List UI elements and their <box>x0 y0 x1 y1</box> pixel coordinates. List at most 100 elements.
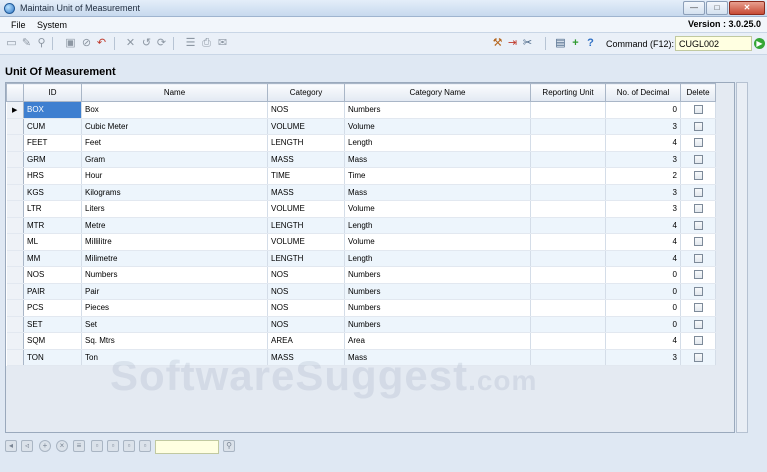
save-icon[interactable]: ▣ <box>64 37 77 50</box>
cell-category[interactable]: NOS <box>267 266 345 284</box>
cell-category-name[interactable]: Length <box>344 217 531 234</box>
cell-id[interactable]: FEET <box>23 134 82 152</box>
cell-category[interactable]: LENGTH <box>267 134 345 152</box>
maximize-button[interactable]: □ <box>706 1 728 15</box>
cell-decimals[interactable]: 3 <box>605 349 681 366</box>
table-row[interactable]: ML Millilitre VOLUME Volume 4 <box>6 233 716 251</box>
cell-reporting-unit[interactable] <box>530 118 606 135</box>
cell-id[interactable]: SQM <box>23 332 82 350</box>
cell-decimals[interactable]: 4 <box>605 134 681 152</box>
cell-reporting-unit[interactable] <box>530 349 606 366</box>
cell-decimals[interactable]: 0 <box>605 316 681 333</box>
table-row[interactable]: LTR Liters VOLUME Volume 3 <box>6 200 716 218</box>
cell-category-name[interactable]: Area <box>344 332 531 350</box>
cell-decimals[interactable]: 4 <box>605 250 681 267</box>
cell-name[interactable]: Milimetre <box>81 250 268 267</box>
cell-category[interactable]: NOS <box>267 101 345 119</box>
table-row[interactable]: MTR Metre LENGTH Length 4 <box>6 217 716 234</box>
delete-checkbox[interactable] <box>693 138 703 148</box>
cell-name[interactable]: Box <box>81 101 268 119</box>
cell-category-name[interactable]: Length <box>344 134 531 152</box>
print-icon[interactable]: ⎙ <box>200 37 213 50</box>
close-button[interactable]: ✕ <box>729 1 765 15</box>
cell-reporting-unit[interactable] <box>530 151 606 168</box>
cell-category[interactable]: VOLUME <box>267 200 345 218</box>
undo-icon[interactable]: ↶ <box>95 37 108 50</box>
prev-record-icon[interactable]: ◃ <box>21 440 33 452</box>
paste-icon[interactable]: ▫ <box>107 440 119 452</box>
search-icon[interactable]: ⚲ <box>223 440 235 452</box>
delete-checkbox[interactable] <box>693 253 703 263</box>
cell-reporting-unit[interactable] <box>530 332 606 350</box>
cell-category[interactable]: MASS <box>267 151 345 168</box>
tools-icon[interactable]: ⚒ <box>491 37 504 50</box>
find-icon[interactable]: ⚲ <box>35 37 48 50</box>
cell-name[interactable]: Liters <box>81 200 268 218</box>
cell-name[interactable]: Cubic Meter <box>81 118 268 135</box>
cell-reporting-unit[interactable] <box>530 233 606 251</box>
menu-file[interactable]: File <box>11 20 26 30</box>
cell-category[interactable]: VOLUME <box>267 118 345 135</box>
delete-icon[interactable]: ✕ <box>124 37 137 50</box>
cell-id[interactable]: KGS <box>23 184 82 201</box>
row-selector[interactable] <box>6 266 24 284</box>
cell-category[interactable]: NOS <box>267 316 345 333</box>
cancel-icon[interactable]: ⊘ <box>80 37 93 50</box>
delete-checkbox[interactable] <box>693 286 703 296</box>
table-row[interactable]: PCS Pieces NOS Numbers 0 <box>6 299 716 317</box>
delete-checkbox[interactable] <box>693 303 703 313</box>
column-header-decimals[interactable]: No. of Decimal <box>605 83 681 102</box>
cell-category-name[interactable]: Mass <box>344 151 531 168</box>
cell-name[interactable]: Feet <box>81 134 268 152</box>
cell-id[interactable]: GRM <box>23 151 82 168</box>
column-header-name[interactable]: Name <box>81 83 268 102</box>
settings-icon[interactable]: ✂ <box>521 37 534 50</box>
cell-decimals[interactable]: 0 <box>605 266 681 284</box>
copy-icon[interactable]: ▫ <box>91 440 103 452</box>
delete-checkbox[interactable] <box>693 121 703 131</box>
row-selector[interactable] <box>6 250 24 267</box>
cell-name[interactable]: Pair <box>81 283 268 300</box>
delete-checkbox[interactable] <box>693 270 703 280</box>
row-selector[interactable] <box>6 349 24 366</box>
cell-category-name[interactable]: Mass <box>344 184 531 201</box>
cell-reporting-unit[interactable] <box>530 250 606 267</box>
cell-id[interactable]: TON <box>23 349 82 366</box>
email-icon[interactable]: ✉ <box>216 37 229 50</box>
export-icon[interactable]: ▫ <box>123 440 135 452</box>
cell-decimals[interactable]: 4 <box>605 233 681 251</box>
column-header-category-name[interactable]: Category Name <box>344 83 531 102</box>
cell-decimals[interactable]: 3 <box>605 118 681 135</box>
table-row[interactable]: SQM Sq. Mtrs AREA Area 4 <box>6 332 716 350</box>
cell-id[interactable]: CUM <box>23 118 82 135</box>
delete-checkbox[interactable] <box>693 237 703 247</box>
filter-icon[interactable]: ≡ <box>73 440 85 452</box>
cell-category-name[interactable]: Numbers <box>344 101 531 119</box>
cell-decimals[interactable]: 3 <box>605 184 681 201</box>
row-selector[interactable] <box>6 316 24 333</box>
row-selector[interactable] <box>6 332 24 350</box>
cell-decimals[interactable]: 4 <box>605 332 681 350</box>
delete-checkbox[interactable] <box>693 204 703 214</box>
delete-checkbox[interactable] <box>693 187 703 197</box>
list-icon[interactable]: ☰ <box>184 37 197 50</box>
delete-checkbox[interactable] <box>693 154 703 164</box>
cell-decimals[interactable]: 2 <box>605 167 681 185</box>
cell-id[interactable]: PAIR <box>23 283 82 300</box>
cell-reporting-unit[interactable] <box>530 184 606 201</box>
command-input[interactable] <box>675 36 752 51</box>
new-doc-icon[interactable]: ▭ <box>5 37 18 50</box>
back-icon[interactable]: ↺ <box>140 37 153 50</box>
cell-category[interactable]: NOS <box>267 283 345 300</box>
cell-category[interactable]: LENGTH <box>267 250 345 267</box>
window-icon[interactable]: ▤ <box>554 37 567 50</box>
cell-reporting-unit[interactable] <box>530 266 606 284</box>
cell-category[interactable]: NOS <box>267 299 345 317</box>
cell-id[interactable]: MTR <box>23 217 82 234</box>
cell-category-name[interactable]: Volume <box>344 118 531 135</box>
table-row[interactable]: PAIR Pair NOS Numbers 0 <box>6 283 716 300</box>
add-record-icon[interactable]: + <box>39 440 51 452</box>
cell-category-name[interactable]: Numbers <box>344 299 531 317</box>
row-selector[interactable] <box>6 118 24 135</box>
cell-name[interactable]: Gram <box>81 151 268 168</box>
